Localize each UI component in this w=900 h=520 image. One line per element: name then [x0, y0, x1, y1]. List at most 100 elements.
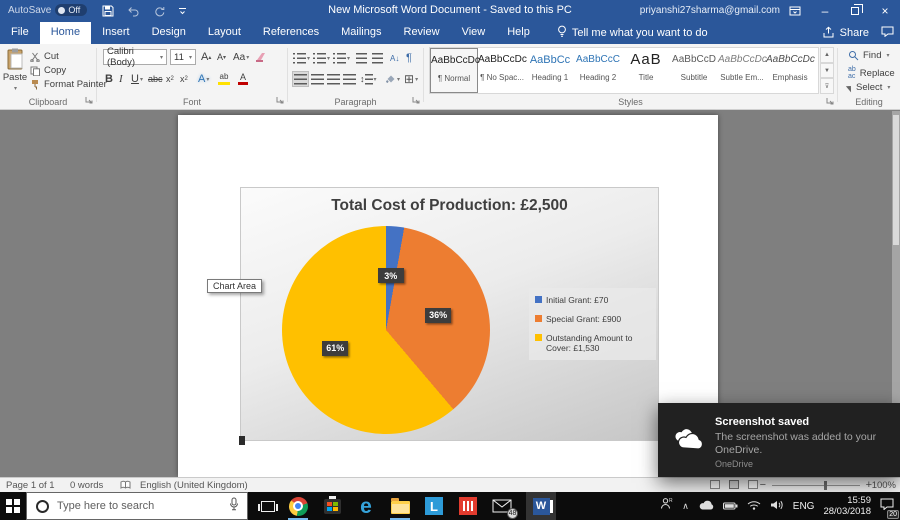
autosave-toggle[interactable]: AutoSave Off — [8, 4, 87, 16]
zoom-slider[interactable] — [772, 485, 860, 486]
select-button[interactable]: Select▾ — [848, 82, 890, 93]
edge-app-button[interactable]: e — [352, 494, 380, 518]
shading-button[interactable]: ▾ — [384, 71, 400, 87]
style-item-emphasis[interactable]: AaBbCcDcEmphasis — [766, 48, 814, 93]
clear-formatting-button[interactable] — [255, 49, 267, 65]
save-icon[interactable] — [102, 5, 114, 17]
chrome-app-button[interactable] — [284, 494, 312, 518]
text-effects-button[interactable]: A▾ — [198, 71, 209, 87]
tab-insert[interactable]: Insert — [91, 22, 141, 44]
task-view-button[interactable] — [254, 494, 282, 518]
autosave-pill[interactable]: Off — [55, 4, 87, 16]
gallery-up-icon[interactable]: ▲ — [820, 47, 834, 63]
style-item-normal[interactable]: AaBbCcDc¶ Normal — [430, 48, 478, 93]
account-email[interactable]: priyanshi27sharma@gmail.com — [640, 5, 780, 16]
document-page[interactable]: Total Cost of Production: £2,500 Initial… — [178, 115, 718, 477]
multilevel-list-button[interactable]: ▾ — [333, 50, 350, 66]
word-count[interactable]: 0 words — [70, 480, 103, 491]
font-name-combo[interactable]: Calibri (Body)▾ — [103, 49, 167, 65]
zoom-out-button[interactable]: − — [760, 479, 766, 491]
paste-button[interactable]: Paste▾ — [2, 48, 28, 94]
grow-font-button[interactable]: A — [201, 49, 211, 65]
chart-selection-handle[interactable] — [239, 436, 245, 445]
styles-dialog-launcher[interactable] — [826, 97, 834, 108]
ribbon-display-options-icon[interactable] — [780, 0, 810, 22]
font-dialog-launcher[interactable] — [276, 96, 284, 107]
style-item-no-spac[interactable]: AaBbCcDc¶ No Spac... — [478, 48, 526, 93]
subscript-button[interactable]: x2 — [166, 71, 174, 87]
font-size-combo[interactable]: 11▾ — [170, 49, 196, 65]
cut-button[interactable]: Cut — [30, 51, 59, 62]
show-hide-marks-button[interactable] — [406, 50, 412, 66]
word-app-button[interactable]: W — [526, 492, 556, 520]
language-tray[interactable]: ENG — [793, 501, 815, 512]
battery-icon[interactable] — [723, 497, 738, 515]
copy-button[interactable]: Copy — [30, 65, 66, 76]
close-button[interactable]: × — [870, 0, 900, 22]
decrease-indent-button[interactable] — [356, 50, 367, 66]
align-center-button[interactable] — [311, 71, 324, 87]
zoom-percent[interactable]: 100% — [872, 480, 896, 491]
clock[interactable]: 15:59 28/03/2018 — [823, 495, 871, 517]
file-explorer-button[interactable] — [386, 494, 414, 518]
bold-button[interactable] — [105, 71, 113, 87]
comments-icon[interactable] — [881, 26, 894, 40]
tell-me-box[interactable]: Tell me what you want to do — [557, 22, 708, 44]
pie-chart[interactable] — [282, 226, 490, 434]
store-app-button[interactable] — [318, 494, 346, 518]
tab-view[interactable]: View — [451, 22, 497, 44]
chart[interactable]: Total Cost of Production: £2,500 Initial… — [240, 187, 659, 441]
numbering-button[interactable]: ▾ — [313, 50, 330, 66]
red-app-button[interactable] — [454, 494, 482, 518]
start-button[interactable] — [0, 492, 26, 520]
customize-qat-icon[interactable] — [178, 7, 187, 16]
tab-references[interactable]: References — [252, 22, 330, 44]
font-color-button[interactable]: A — [238, 71, 248, 87]
align-right-button[interactable] — [327, 71, 340, 87]
l-app-button[interactable]: L — [420, 494, 448, 518]
redo-icon[interactable] — [154, 6, 165, 17]
search-input[interactable] — [57, 500, 229, 512]
microphone-icon[interactable] — [229, 497, 239, 516]
tab-mailings[interactable]: Mailings — [330, 22, 392, 44]
wifi-icon[interactable] — [747, 497, 761, 515]
find-button[interactable]: Find▾ — [848, 50, 890, 61]
hidden-icons-chevron[interactable]: ∧ — [682, 501, 689, 512]
scrollbar-thumb[interactable] — [893, 115, 899, 245]
change-case-button[interactable]: Aa▾ — [233, 49, 249, 65]
print-layout-button[interactable] — [729, 480, 739, 489]
style-item-subtitle[interactable]: AaBbCcDSubtitle — [670, 48, 718, 93]
language-indicator[interactable]: English (United Kingdom) — [140, 480, 248, 491]
style-item-title[interactable]: AaBTitle — [622, 48, 670, 93]
web-layout-button[interactable] — [748, 480, 758, 489]
gallery-more-icon[interactable]: ⊽ — [820, 78, 834, 94]
superscript-button[interactable]: x2 — [180, 71, 188, 87]
tab-layout[interactable]: Layout — [197, 22, 252, 44]
strikethrough-button[interactable] — [148, 71, 163, 87]
onedrive-notification[interactable]: Screenshot saved The screenshot was adde… — [658, 403, 900, 477]
replace-button[interactable]: abacReplace — [848, 66, 895, 80]
tab-help[interactable]: Help — [496, 22, 541, 44]
increase-indent-button[interactable] — [372, 50, 383, 66]
zoom-slider-thumb[interactable] — [824, 481, 827, 490]
borders-button[interactable]: ▾ — [404, 71, 418, 87]
underline-button[interactable]: ▾ — [131, 71, 143, 87]
undo-icon[interactable] — [127, 6, 141, 17]
minimize-button[interactable]: – — [810, 0, 840, 22]
clipboard-dialog-launcher[interactable] — [85, 96, 93, 107]
volume-icon[interactable] — [770, 497, 784, 515]
line-spacing-button[interactable]: ↕▾ — [360, 71, 377, 87]
style-item-subtle-em[interactable]: AaBbCcDcSubtle Em... — [718, 48, 766, 93]
share-button[interactable]: Share — [822, 26, 869, 41]
taskbar-search[interactable] — [26, 492, 248, 520]
format-painter-button[interactable]: Format Painter — [30, 79, 107, 90]
highlight-button[interactable]: ab — [218, 71, 230, 87]
mail-app-button[interactable]: 48 — [488, 494, 516, 518]
bullets-button[interactable]: ▾ — [293, 50, 310, 66]
action-center-button[interactable]: 20 — [880, 497, 894, 515]
page-indicator[interactable]: Page 1 of 1 — [6, 480, 55, 491]
align-left-button[interactable] — [292, 71, 309, 87]
italic-button[interactable] — [119, 71, 123, 87]
onedrive-tray-icon[interactable] — [698, 497, 714, 515]
justify-button[interactable] — [343, 71, 356, 87]
